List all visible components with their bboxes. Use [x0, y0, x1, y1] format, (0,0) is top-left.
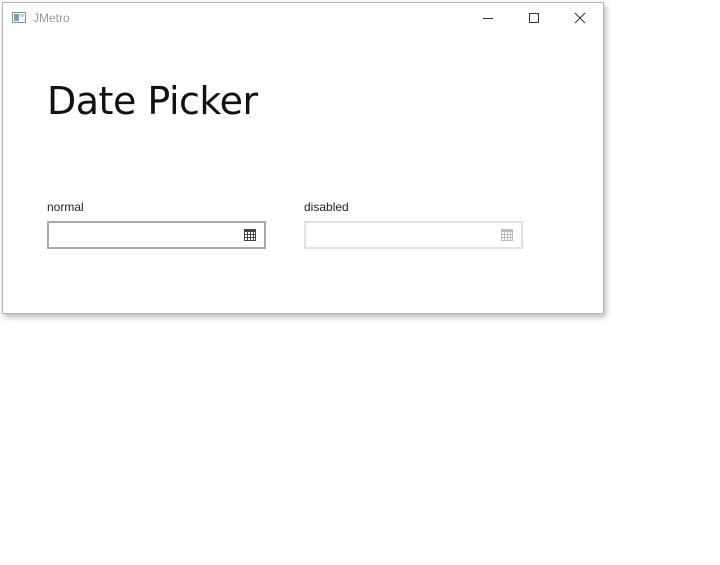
- page-title: Date Picker: [47, 79, 258, 123]
- window-title: JMetro: [33, 11, 70, 25]
- app-icon: [12, 12, 26, 23]
- disabled-date-picker: [304, 221, 523, 249]
- normal-label: normal: [47, 200, 84, 214]
- normal-date-picker[interactable]: [47, 221, 266, 249]
- maximize-button[interactable]: [511, 3, 557, 33]
- calendar-icon[interactable]: [244, 229, 256, 241]
- minimize-button[interactable]: [465, 3, 511, 33]
- title-bar[interactable]: JMetro: [3, 3, 603, 33]
- calendar-icon: [501, 229, 513, 241]
- maximize-icon: [529, 13, 539, 23]
- close-icon: [574, 12, 586, 24]
- app-window: JMetro Date Picker normal disabled: [2, 2, 604, 314]
- disabled-date-input: [306, 223, 486, 247]
- disabled-label: disabled: [304, 200, 349, 214]
- minimize-icon: [483, 18, 493, 19]
- close-button[interactable]: [557, 3, 603, 33]
- normal-date-input[interactable]: [49, 223, 229, 247]
